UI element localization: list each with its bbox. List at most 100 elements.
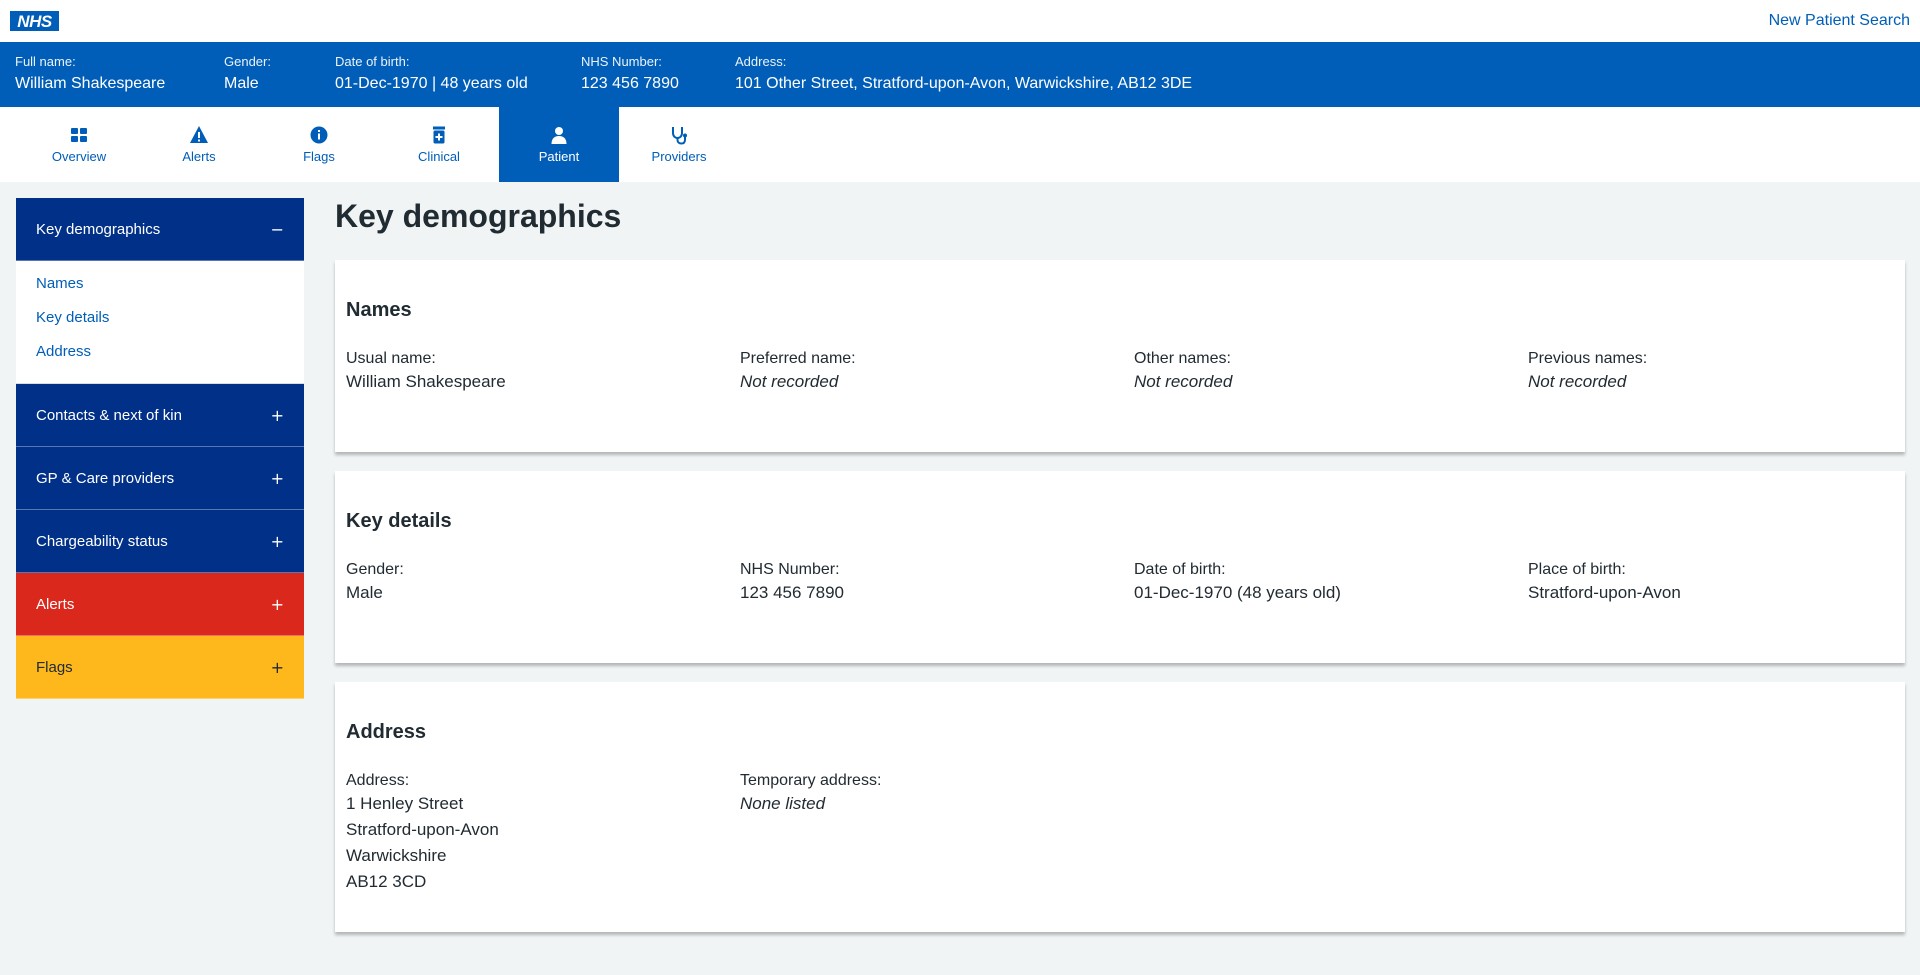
sidebar-key-demographics-header[interactable]: Key demographics − [16, 198, 304, 261]
banner-address: Address: 101 Other Street, Stratford-upo… [735, 54, 1192, 93]
other-names-value: Not recorded [1134, 372, 1233, 391]
medicine-icon [433, 126, 445, 144]
other-names-label: Other names: [1134, 350, 1231, 367]
tab-clinical[interactable]: Clinical [379, 107, 499, 182]
collapse-icon: − [270, 219, 284, 239]
usual-name-label: Usual name: [346, 350, 436, 367]
gender-field: Gender: Male [346, 560, 404, 606]
nhs-logo-text: NHS [17, 11, 52, 31]
banner-dob-label: Date of birth: [335, 54, 410, 69]
address-line-1: 1 Henley Street [346, 794, 464, 813]
banner-gender-value: Male [224, 75, 259, 92]
tab-patient-label: Patient [538, 149, 580, 164]
banner-nhs-number-value: 123 456 7890 [581, 75, 679, 92]
tab-bar: Overview Alerts Flags Clinical Patient P… [0, 107, 1920, 182]
preferred-name-field: Preferred name: Not recorded [740, 349, 856, 395]
banner-address-value: 101 Other Street, Stratford-upon-Avon, W… [735, 75, 1193, 92]
patient-banner: Full name: William Shakespeare Gender: M… [0, 42, 1920, 107]
tab-clinical-label: Clinical [418, 149, 460, 164]
names-heading: Names [346, 299, 412, 321]
temporary-address-value: None listed [740, 794, 826, 813]
sidebar-link-address[interactable]: Address [36, 341, 284, 375]
tab-flags[interactable]: Flags [259, 107, 379, 182]
banner-nhs-number-label: NHS Number: [581, 54, 662, 69]
address-card: Address Address: 1 Henley Street Stratfo… [335, 682, 1905, 932]
sidebar-link-names[interactable]: Names [36, 273, 284, 307]
tab-overview[interactable]: Overview [19, 107, 139, 182]
nhs-logo[interactable]: NHS [10, 11, 59, 31]
tab-alerts-label: Alerts [182, 149, 216, 164]
banner-address-label: Address: [735, 54, 787, 69]
expand-icon: + [270, 531, 284, 551]
banner-full-name: Full name: William Shakespeare [15, 54, 165, 93]
person-icon [551, 127, 567, 144]
place-of-birth-field: Place of birth: Stratford-upon-Avon [1528, 560, 1681, 606]
place-of-birth-label: Place of birth: [1528, 561, 1626, 578]
nhs-number-value: 123 456 7890 [740, 583, 844, 602]
key-details-card: Key details Gender: Male NHS Number: 123… [335, 471, 1905, 663]
sidebar-gp-label: GP & Care providers [36, 469, 175, 487]
sidebar-contacts-header[interactable]: Contacts & next of kin + [16, 384, 304, 447]
sidebar-key-demographics-links: Names Key details Address [16, 261, 304, 384]
address-line-4: AB12 3CD [346, 872, 427, 891]
nhs-number-field: NHS Number: 123 456 7890 [740, 560, 844, 606]
warning-icon [190, 126, 208, 143]
other-names-field: Other names: Not recorded [1134, 349, 1232, 395]
banner-gender-label: Gender: [224, 54, 271, 69]
sidebar-alerts-header[interactable]: Alerts + [16, 573, 304, 636]
expand-icon: + [270, 594, 284, 614]
sidebar-gp-header[interactable]: GP & Care providers + [16, 447, 304, 510]
previous-names-label: Previous names: [1528, 350, 1648, 367]
banner-full-name-value: William Shakespeare [15, 75, 166, 92]
address-line-2: Stratford-upon-Avon [346, 820, 499, 839]
grid-icon [71, 128, 87, 142]
address-label: Address: [346, 772, 410, 789]
preferred-name-label: Preferred name: [740, 350, 856, 367]
address-field: Address: 1 Henley Street Stratford-upon-… [346, 771, 499, 895]
tab-providers-label: Providers [651, 149, 707, 164]
top-header: NHS New Patient Search [0, 0, 1920, 42]
sidebar-flags-header[interactable]: Flags + [16, 636, 304, 699]
sidebar-contacts-label: Contacts & next of kin [36, 406, 182, 424]
tab-flags-label: Flags [303, 149, 335, 164]
tab-alerts[interactable]: Alerts [139, 107, 259, 182]
previous-names-field: Previous names: Not recorded [1528, 349, 1647, 395]
page-title: Key demographics [335, 198, 622, 234]
place-of-birth-value: Stratford-upon-Avon [1528, 583, 1681, 602]
tab-providers[interactable]: Providers [619, 107, 739, 182]
nhs-number-label: NHS Number: [740, 561, 840, 578]
gender-value: Male [346, 583, 383, 602]
key-details-heading: Key details [346, 510, 452, 532]
banner-gender: Gender: Male [224, 54, 271, 93]
tab-patient[interactable]: Patient [499, 107, 619, 182]
date-of-birth-label: Date of birth: [1134, 561, 1226, 578]
banner-full-name-label: Full name: [15, 54, 76, 69]
banner-dob-value: 01-Dec-1970 | 48 years old [335, 75, 528, 92]
usual-name-value: William Shakespeare [346, 372, 506, 391]
banner-nhs-number: NHS Number: 123 456 7890 [581, 54, 679, 93]
sidebar-chargeability-header[interactable]: Chargeability status + [16, 510, 304, 573]
usual-name-field: Usual name: William Shakespeare [346, 349, 506, 395]
gender-label: Gender: [346, 561, 404, 578]
sidebar: Key demographics − Names Key details Add… [16, 198, 304, 699]
address-heading: Address [346, 721, 427, 743]
banner-dob: Date of birth: 01-Dec-1970 | 48 years ol… [335, 54, 528, 93]
temporary-address-field: Temporary address: None listed [740, 771, 881, 817]
sidebar-flags-label: Flags [36, 658, 73, 676]
sidebar-key-demographics-label: Key demographics [36, 220, 161, 238]
preferred-name-value: Not recorded [740, 372, 839, 391]
sidebar-chargeability-label: Chargeability status [36, 532, 168, 550]
expand-icon: + [270, 657, 284, 677]
tab-overview-label: Overview [51, 149, 107, 164]
stethoscope-icon [672, 127, 687, 145]
sidebar-link-key-details[interactable]: Key details [36, 307, 284, 341]
sidebar-alerts-label: Alerts [36, 595, 75, 613]
address-line-3: Warwickshire [346, 846, 447, 865]
info-icon [310, 126, 328, 144]
expand-icon: + [270, 405, 284, 425]
date-of-birth-value: 01-Dec-1970 (48 years old) [1134, 583, 1341, 602]
date-of-birth-field: Date of birth: 01-Dec-1970 (48 years old… [1134, 560, 1341, 606]
new-patient-search-link[interactable]: New Patient Search [1769, 12, 1910, 30]
previous-names-value: Not recorded [1528, 372, 1627, 391]
names-card: Names Usual name: William Shakespeare Pr… [335, 260, 1905, 452]
